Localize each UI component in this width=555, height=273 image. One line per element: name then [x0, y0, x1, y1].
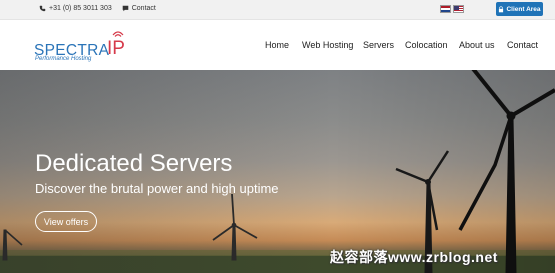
- chat-icon: [122, 5, 129, 12]
- client-area-label: Client Area: [506, 5, 541, 13]
- logo-ip: IP: [107, 38, 125, 59]
- top-bar: +31 (0) 85 3011 303 Contact Client Area: [0, 0, 555, 20]
- nav-item-contact[interactable]: Contact: [507, 40, 538, 50]
- nav-item-servers[interactable]: Servers: [363, 40, 394, 50]
- contact-link[interactable]: Contact: [122, 5, 156, 12]
- us-flag-icon[interactable]: [453, 5, 464, 13]
- view-offers-button[interactable]: View offers: [35, 211, 97, 232]
- watermark: 赵容部落www.zrblog.net: [330, 249, 498, 265]
- hero-banner: Dedicated Servers Discover the brutal po…: [0, 70, 555, 273]
- phone-icon: [39, 5, 46, 12]
- hero-subtitle: Discover the brutal power and high uptim…: [35, 181, 279, 196]
- phone-number: +31 (0) 85 3011 303: [49, 5, 112, 12]
- site-header: SPECTRA IP Performance Hosting Home Web …: [0, 20, 555, 70]
- lock-icon: [499, 5, 504, 12]
- hero-title: Dedicated Servers: [35, 150, 233, 177]
- nav-item-web-hosting[interactable]: Web Hosting: [302, 40, 353, 50]
- nl-flag-icon[interactable]: [440, 5, 451, 13]
- logo-tagline: Performance Hosting: [35, 56, 92, 62]
- language-selector: [440, 5, 464, 13]
- contact-info: +31 (0) 85 3011 303 Contact: [39, 5, 156, 12]
- client-area-button[interactable]: Client Area: [496, 2, 543, 16]
- nav-item-colocation[interactable]: Colocation: [405, 40, 448, 50]
- phone-link[interactable]: +31 (0) 85 3011 303: [39, 5, 112, 12]
- logo[interactable]: SPECTRA IP Performance Hosting: [34, 29, 129, 63]
- nav-item-home[interactable]: Home: [265, 40, 289, 50]
- contact-label: Contact: [131, 5, 156, 12]
- nav-item-about-us[interactable]: About us: [459, 40, 495, 50]
